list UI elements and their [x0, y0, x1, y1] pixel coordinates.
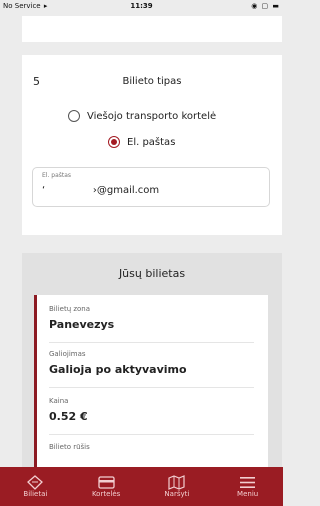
ticket-price: Kaina 0.52 €: [49, 397, 254, 423]
ticket-icon: [0, 467, 71, 490]
nav-item-tickets[interactable]: Bilietai: [0, 467, 71, 506]
map-icon: [142, 467, 213, 490]
ticket-kind: Bilieto rūšis: [49, 443, 254, 456]
card-title: Bilieto tipas: [122, 76, 182, 87]
info-value: Panevezys: [49, 318, 115, 331]
nav-label: Bilietai: [23, 490, 48, 498]
email-field[interactable]: El. paštas: [32, 167, 270, 207]
nav-item-menu[interactable]: Meniu: [212, 467, 283, 506]
radio-selected[interactable]: [108, 136, 120, 148]
info-value: Galioja po aktyvavimo: [49, 363, 187, 376]
previous-step-card: [22, 16, 282, 42]
your-ticket-panel: Jūsų bilietas Bilietų zona Panevezys Gal…: [22, 253, 282, 467]
nav-item-cards[interactable]: Kortelės: [71, 467, 142, 506]
option-label: El. paštas: [127, 136, 176, 148]
nav-label: Kortelės: [91, 490, 121, 498]
status-right-icons: ◉ ▢ ▬: [251, 2, 280, 10]
menu-icon: [212, 467, 283, 489]
info-label: Kaina: [49, 397, 69, 405]
divider: [49, 434, 254, 435]
info-label: Bilieto rūšis: [49, 443, 90, 451]
status-time: 11:39: [130, 2, 153, 10]
email-field-label: El. paštas: [42, 172, 72, 179]
ticket-zone: Bilietų zona Panevezys: [49, 305, 254, 331]
bottom-navigation: Bilietai Kortelės Naršyti Meniu: [0, 467, 283, 506]
nav-item-browse[interactable]: Naršyti: [142, 467, 213, 506]
option-label: Viešojo transporto kortelė: [87, 110, 217, 122]
info-value: 0.52 €: [49, 410, 88, 423]
status-bar: No Service ▸ 11:39 ◉ ▢ ▬: [0, 0, 283, 14]
nav-label: Naršyti: [164, 490, 190, 498]
ticket-title: Jūsų bilietas: [118, 267, 186, 280]
info-label: Galiojimas: [49, 350, 86, 358]
divider: [49, 342, 254, 343]
email-input[interactable]: [42, 185, 262, 196]
divider: [49, 387, 254, 388]
ticket-validity: Galiojimas Galioja po aktyvavimo: [49, 350, 254, 376]
option-transport-card[interactable]: Viešojo transporto kortelė: [68, 110, 216, 122]
ticket-details-card: Bilietų zona Panevezys Galiojimas Galioj…: [34, 295, 268, 467]
nav-label: Meniu: [237, 490, 259, 498]
radio-unselected[interactable]: [68, 110, 80, 122]
option-email[interactable]: El. paštas: [108, 136, 175, 148]
card-icon: [71, 467, 142, 489]
info-label: Bilietų zona: [49, 305, 91, 313]
ticket-type-card: 5 Bilieto tipas Viešojo transporto korte…: [22, 55, 282, 235]
